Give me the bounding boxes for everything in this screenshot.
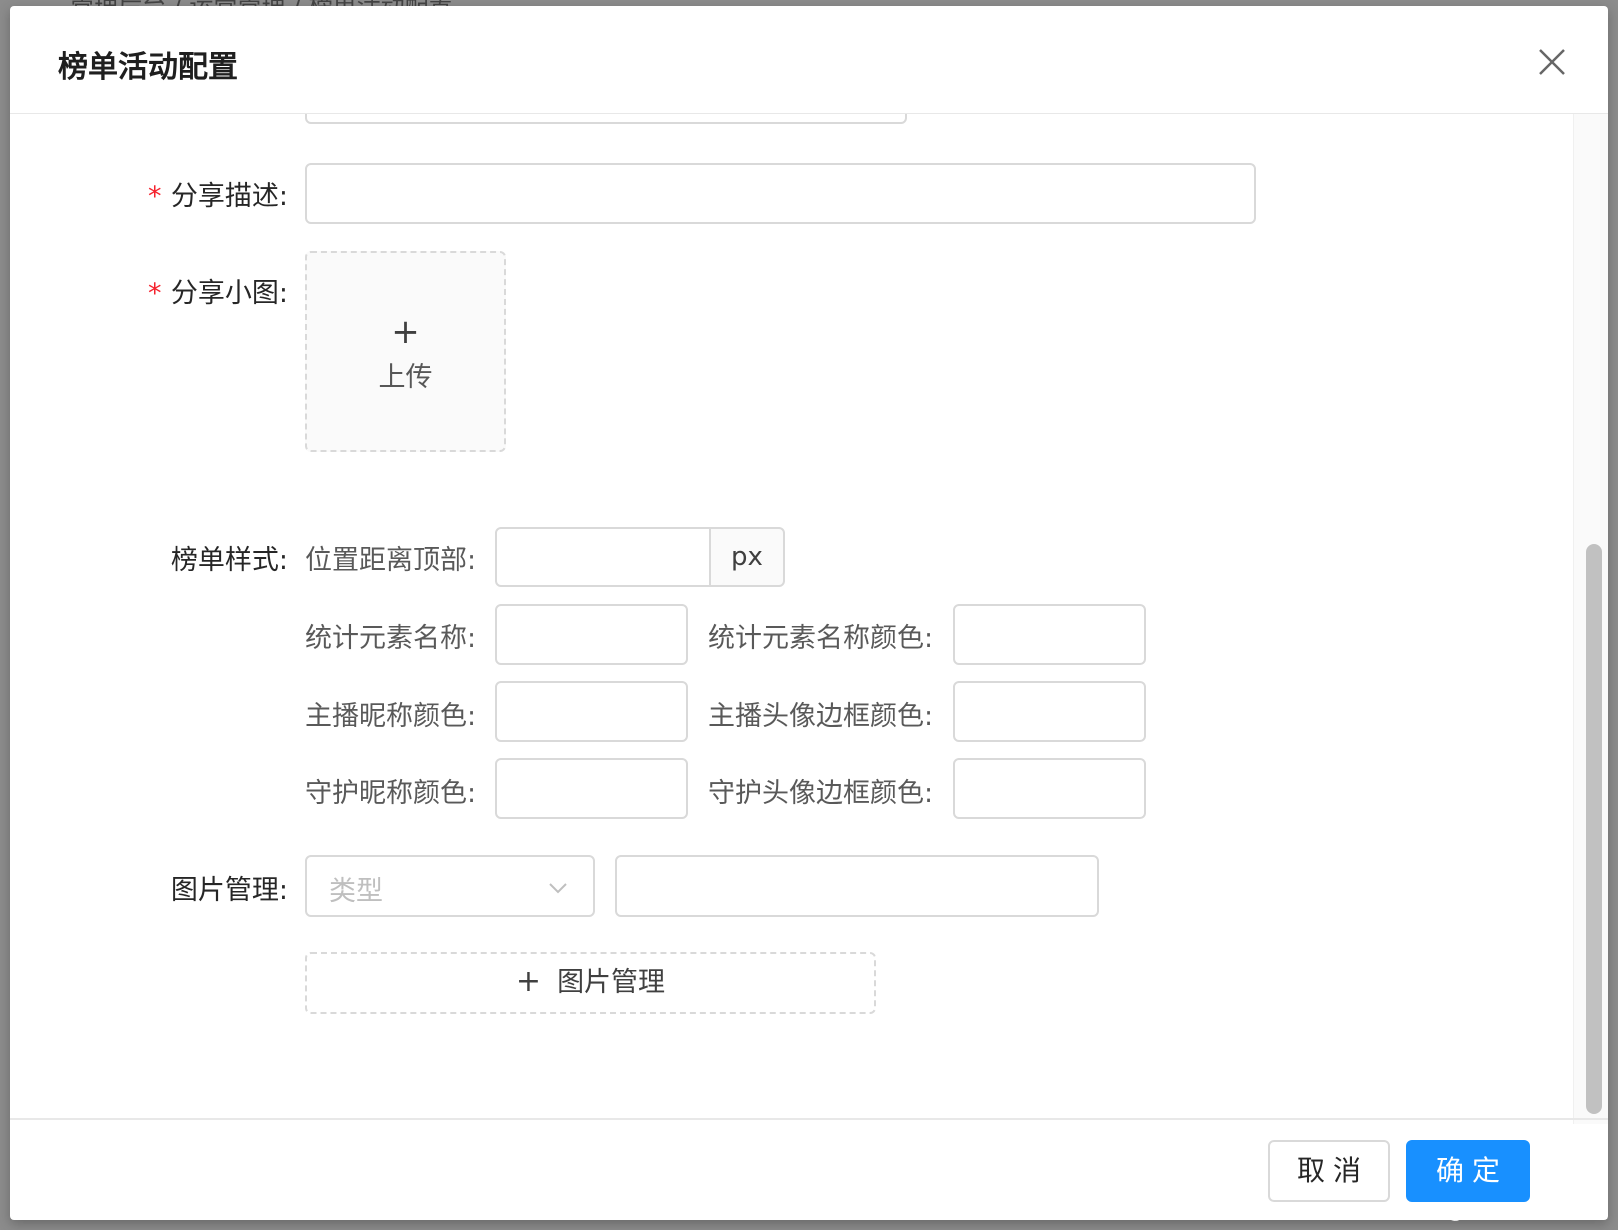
stat-name-input[interactable] (495, 604, 688, 665)
ok-button[interactable]: 确定 (1406, 1140, 1530, 1202)
image-manage-label: 图片管理: (170, 875, 288, 906)
stat-name-color-label: 统计元素名称颜色: (708, 623, 934, 654)
chevron-down-icon (549, 883, 567, 894)
share-image-upload[interactable]: + 上传 (305, 251, 506, 452)
close-icon (1539, 49, 1565, 75)
modal-header: 榜单活动配置 (10, 6, 1608, 114)
close-button[interactable] (1534, 44, 1570, 80)
anchor-avatar-border-color-input[interactable] (953, 681, 1146, 742)
top-distance-input[interactable] (495, 527, 711, 587)
share-image-label: * 分享小图: (146, 278, 288, 309)
image-type-placeholder: 类型 (329, 876, 383, 907)
config-modal: 榜单活动配置 * 分享描述: * 分享小图: + 上传 榜单样式: 位置距离顶部: … (10, 6, 1608, 1220)
scrollbar-thumb[interactable] (1586, 544, 1602, 1114)
px-addon: px (709, 527, 785, 587)
top-distance-label: 位置距离顶部: (305, 545, 477, 576)
top-distance-group: px (495, 527, 785, 587)
required-mark: * (146, 181, 163, 212)
share-desc-label: * 分享描述: (146, 181, 288, 212)
plus-icon: + (391, 312, 420, 352)
anchor-avatar-border-color-label: 主播头像边框颜色: (708, 701, 934, 732)
modal-body: * 分享描述: * 分享小图: + 上传 榜单样式: 位置距离顶部: px 统计元素… (10, 114, 1608, 1124)
modal-footer: 取消 确定 (10, 1118, 1608, 1220)
anchor-nick-color-label: 主播昵称颜色: (305, 701, 477, 732)
image-url-input[interactable] (615, 855, 1099, 917)
guard-nick-color-input[interactable] (495, 758, 688, 819)
rank-style-label: 榜单样式: (170, 545, 288, 576)
add-image-label: 图片管理 (557, 967, 666, 998)
stat-name-label: 统计元素名称: (305, 623, 477, 654)
modal-title: 榜单活动配置 (58, 50, 238, 85)
image-type-select[interactable]: 类型 (305, 855, 595, 917)
guard-avatar-border-color-label: 守护头像边框颜色: (708, 778, 934, 809)
guard-nick-color-label: 守护昵称颜色: (305, 778, 477, 809)
plus-icon: + (515, 964, 542, 999)
previous-field-input[interactable] (305, 114, 907, 124)
anchor-nick-color-input[interactable] (495, 681, 688, 742)
scrollbar-track[interactable] (1573, 114, 1608, 1124)
share-desc-input[interactable] (305, 163, 1256, 224)
watermark: @稀土掘金技术社区 (1446, 1202, 1608, 1223)
upload-text: 上传 (378, 362, 433, 393)
required-mark: * (146, 278, 163, 309)
guard-avatar-border-color-input[interactable] (953, 758, 1146, 819)
cancel-button[interactable]: 取消 (1268, 1140, 1390, 1202)
add-image-button[interactable]: + 图片管理 (305, 952, 876, 1014)
stat-name-color-input[interactable] (953, 604, 1146, 665)
